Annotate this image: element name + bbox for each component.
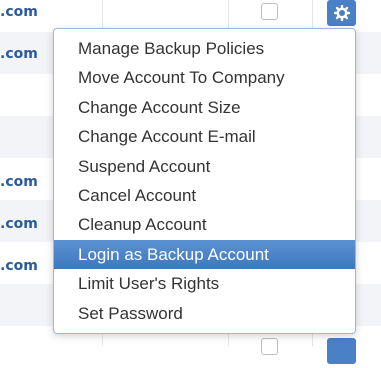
gear-icon[interactable] [327,338,356,364]
account-email-link[interactable]: .com [0,256,50,276]
gear-icon [333,5,350,21]
account-email-link[interactable]: .com [0,214,50,234]
menu-item-change-account-size[interactable]: Change Account Size [54,93,355,122]
menu-item-suspend-account[interactable]: Suspend Account [54,152,355,181]
gear-icon[interactable] [327,0,356,26]
menu-item-set-password[interactable]: Set Password [54,299,355,328]
menu-item-manage-backup-policies[interactable]: Manage Backup Policies [54,34,355,63]
account-email-link[interactable]: .com [0,172,50,192]
menu-item-cancel-account[interactable]: Cancel Account [54,181,355,210]
row-checkbox[interactable] [261,338,278,355]
row-checkbox[interactable] [261,3,278,20]
menu-item-move-account-to-company[interactable]: Move Account To Company [54,63,355,92]
menu-item-limit-users-rights[interactable]: Limit User's Rights [54,269,355,298]
account-actions-menu: Manage Backup Policies Move Account To C… [53,28,356,334]
menu-item-change-account-email[interactable]: Change Account E-mail [54,122,355,151]
account-email-link[interactable]: .com [0,2,50,22]
menu-item-login-as-backup-account[interactable]: Login as Backup Account [54,239,355,270]
account-email-link[interactable]: .com [0,44,50,64]
menu-item-cleanup-account[interactable]: Cleanup Account [54,210,355,239]
